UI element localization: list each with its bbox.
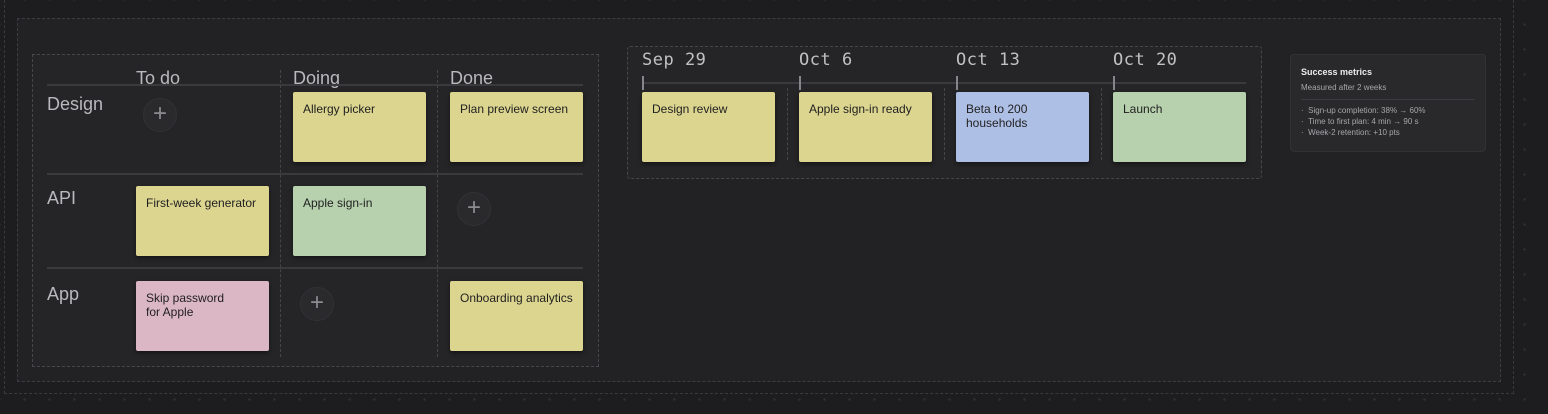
- sticky-note[interactable]: Allergy picker: [293, 92, 426, 162]
- timeline-tick: [799, 76, 801, 90]
- row-divider-app: [47, 267, 583, 269]
- timeline-axis: [642, 82, 1246, 84]
- add-card-button[interactable]: +: [143, 98, 177, 132]
- metrics-title: Success metrics: [1301, 67, 1373, 77]
- metrics-subtitle: Measured after 2 weeks: [1301, 83, 1387, 92]
- milestone-card[interactable]: Launch: [1113, 92, 1246, 162]
- header-divider: [47, 84, 583, 86]
- row-label-design: Design: [47, 94, 104, 114]
- milestone-card[interactable]: Beta to 200 households: [956, 92, 1089, 162]
- metrics-item: · Week-2 retention: +10 pts: [1301, 127, 1475, 138]
- metrics-item-text: Week-2 retention: +10 pts: [1308, 128, 1400, 137]
- row-label-app: App: [47, 284, 80, 304]
- milestone-card[interactable]: Design review: [642, 92, 775, 162]
- week-label: Oct 6: [799, 50, 853, 70]
- week-label: Oct 13: [956, 50, 1021, 70]
- bullet-icon: ·: [1301, 106, 1304, 115]
- metrics-item-text: Time to first plan: 4 min → 90 s: [1308, 117, 1419, 126]
- sticky-note[interactable]: Onboarding analytics: [450, 281, 583, 351]
- add-card-button[interactable]: +: [457, 192, 491, 226]
- bullet-icon: ·: [1301, 128, 1304, 137]
- bullet-icon: ·: [1301, 117, 1304, 126]
- metrics-item-text: Sign-up completion: 38% → 60%: [1308, 106, 1426, 115]
- metrics-divider: [1301, 99, 1474, 100]
- timeline-tick: [956, 76, 958, 90]
- row-divider-api: [47, 173, 583, 175]
- column-divider-doing: [280, 70, 281, 357]
- sticky-note[interactable]: First-week generator: [136, 186, 269, 256]
- week-divider: [787, 88, 788, 160]
- week-divider: [1101, 88, 1102, 160]
- sticky-note[interactable]: Apple sign-in: [293, 186, 426, 256]
- milestone-card[interactable]: Apple sign-in ready: [799, 92, 932, 162]
- timeline-tick: [1113, 76, 1115, 90]
- timeline-tick: [642, 76, 644, 90]
- week-label: Oct 20: [1113, 50, 1178, 70]
- row-label-api: API: [47, 188, 77, 208]
- success-metrics-card[interactable]: Success metrics Measured after 2 weeks ·…: [1290, 54, 1486, 152]
- metrics-item: · Time to first plan: 4 min → 90 s: [1301, 116, 1475, 127]
- sticky-note[interactable]: Plan preview screen: [450, 92, 583, 162]
- add-card-button[interactable]: +: [300, 287, 334, 321]
- sticky-note[interactable]: Skip password for Apple: [136, 281, 269, 351]
- column-divider-done: [437, 70, 438, 357]
- week-divider: [944, 88, 945, 160]
- week-label: Sep 29: [642, 50, 707, 70]
- metrics-item: · Sign-up completion: 38% → 60%: [1301, 105, 1475, 116]
